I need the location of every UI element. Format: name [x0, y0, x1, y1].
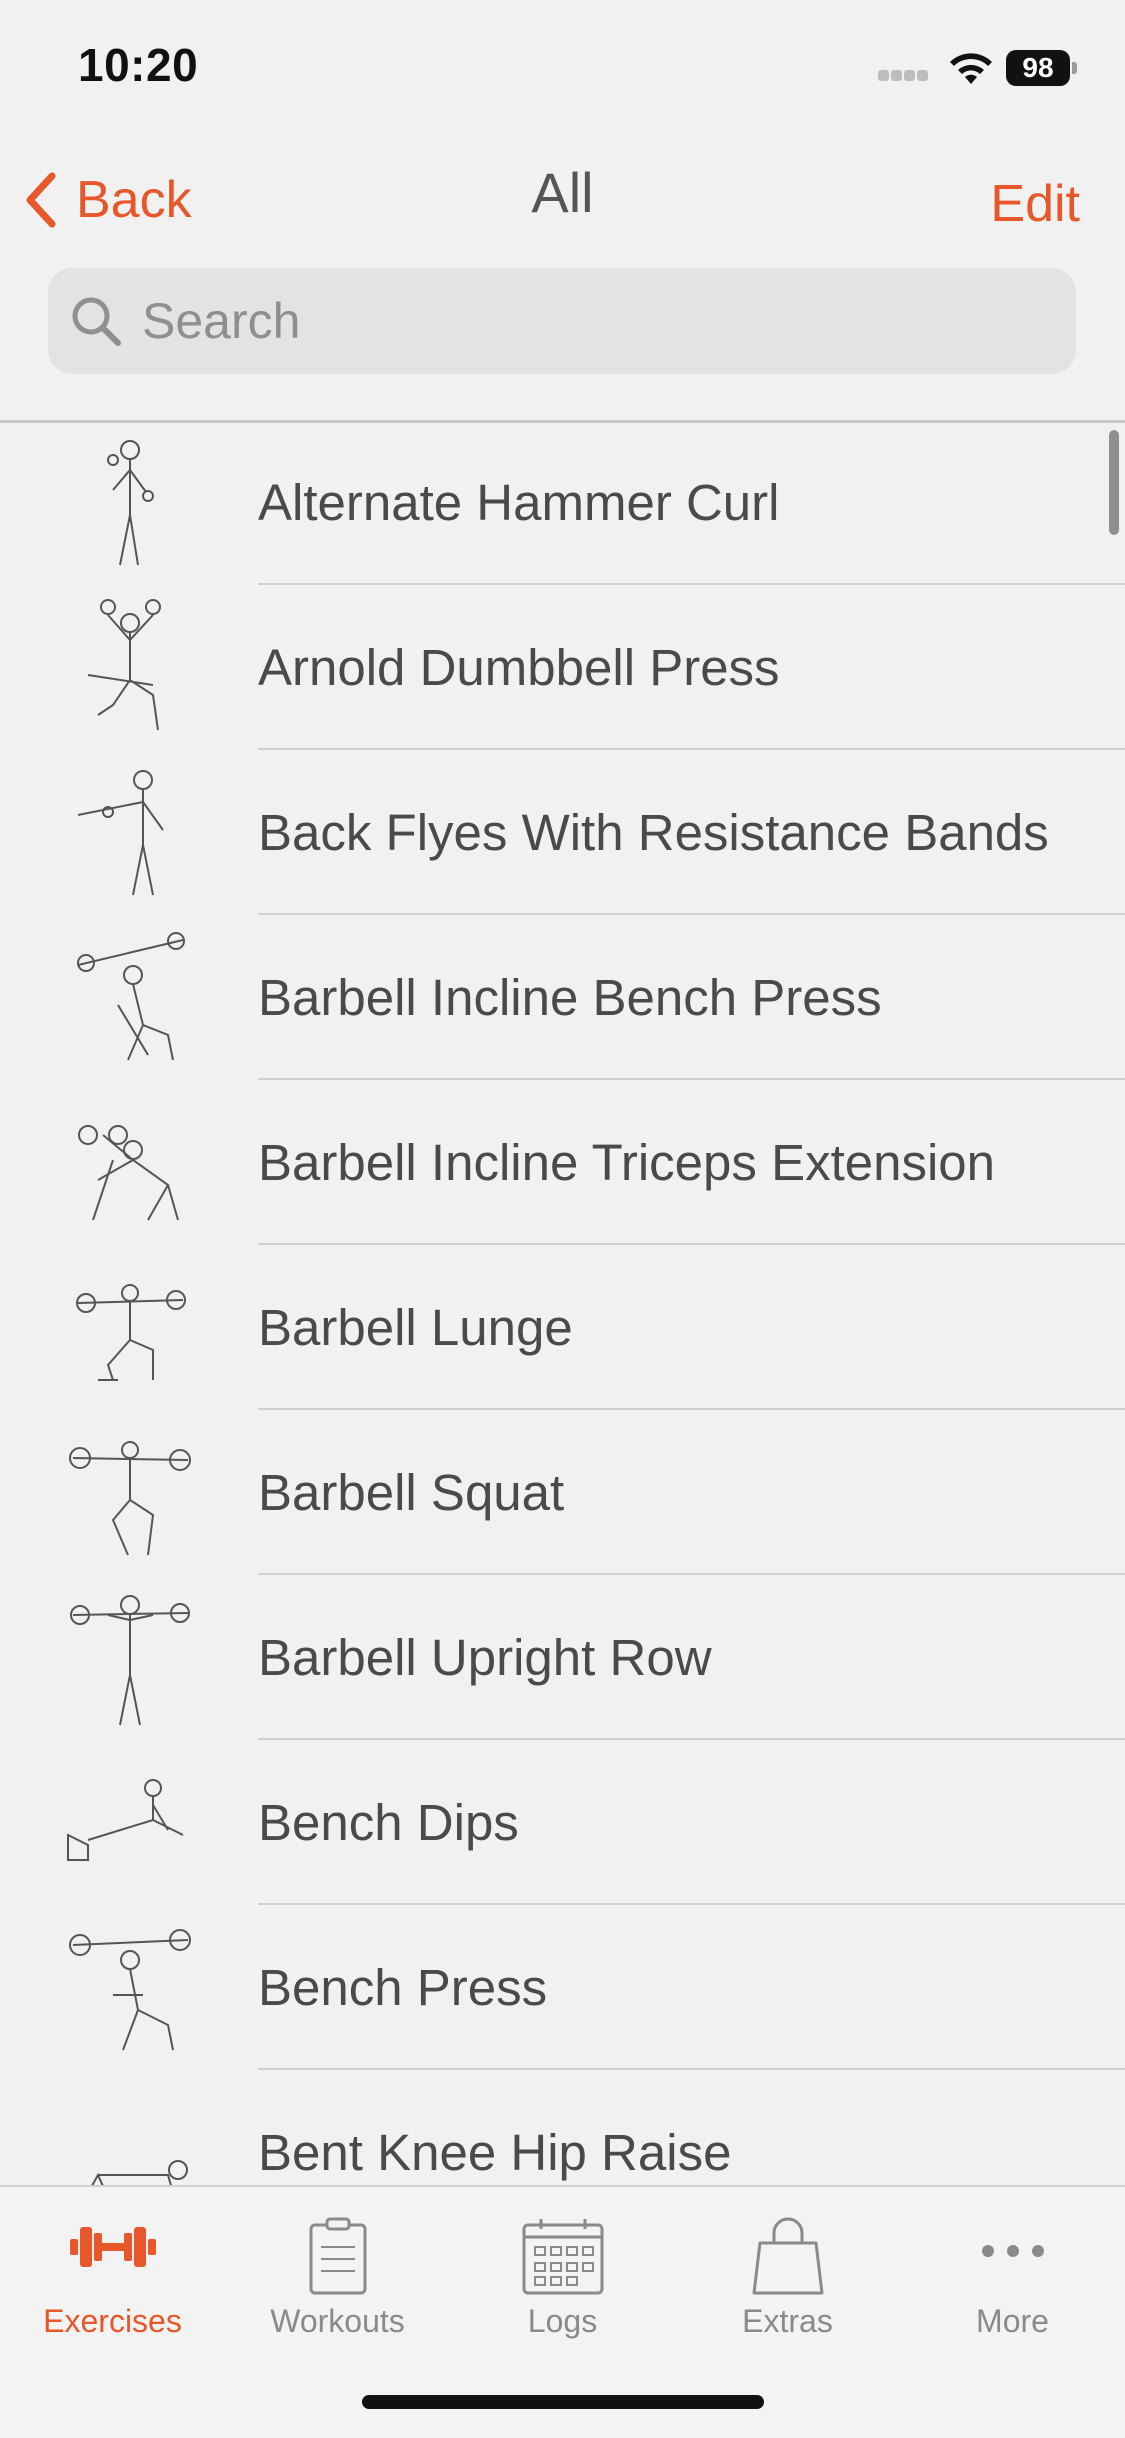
tab-more[interactable]: More: [900, 2207, 1125, 2347]
tab-extras[interactable]: Extras: [675, 2207, 900, 2347]
search-placeholder: Search: [142, 293, 301, 349]
exercise-illustration-icon: [78, 1125, 179, 1221]
list-item[interactable]: Barbell Incline Triceps Extension: [0, 1080, 1125, 1245]
calendar-icon: [522, 2219, 603, 2295]
exercise-illustration-icon: [107, 440, 154, 566]
more-dots-icon: [981, 2245, 1044, 2257]
tab-label: Logs: [527, 2303, 598, 2339]
list-item[interactable]: Bench Dips: [0, 1740, 1125, 1905]
exercise-illustration-icon: [67, 1779, 184, 1861]
exercise-illustration-icon: [70, 1595, 190, 1726]
shopping-bag-icon: [752, 2217, 823, 2295]
tab-label: Extras: [742, 2303, 833, 2339]
exercise-name: Barbell Lunge: [258, 1299, 573, 1356]
exercise-name: Bench Dips: [258, 1794, 519, 1851]
list-item[interactable]: Alternate Hammer Curl: [0, 420, 1125, 585]
battery-level: 98: [1006, 50, 1070, 86]
list-item[interactable]: Arnold Dumbbell Press: [0, 585, 1125, 750]
list-item[interactable]: Bent Knee Hip Raise: [0, 2070, 1125, 2185]
search-icon: [72, 297, 121, 346]
exercise-name: Back Flyes With Resistance Bands: [258, 804, 1049, 861]
exercise-name: Barbell Incline Triceps Extension: [258, 1134, 996, 1191]
exercise-name: Arnold Dumbbell Press: [258, 639, 780, 696]
list-item[interactable]: Barbell Lunge: [0, 1245, 1125, 1410]
tab-label: Exercises: [43, 2303, 182, 2339]
home-indicator[interactable]: [362, 2395, 764, 2409]
list-item[interactable]: Back Flyes With Resistance Bands: [0, 750, 1125, 915]
exercise-name: Barbell Squat: [258, 1464, 565, 1521]
navigation-bar: Back All Edit: [0, 140, 1125, 260]
tab-workouts[interactable]: Workouts: [225, 2207, 450, 2347]
exercise-illustration-icon: [76, 1284, 186, 1381]
exercise-illustration-icon: [77, 932, 185, 1061]
list-item[interactable]: Barbell Squat: [0, 1410, 1125, 1575]
tab-logs[interactable]: Logs: [450, 2207, 675, 2347]
list-item[interactable]: Barbell Incline Bench Press: [0, 915, 1125, 1080]
status-bar: 10:20 98: [0, 0, 1125, 140]
exercise-name: Alternate Hammer Curl: [258, 474, 780, 531]
status-time: 10:20: [78, 39, 199, 91]
dumbbell-icon: [69, 2227, 156, 2267]
exercise-illustration-icon: [69, 1929, 191, 2051]
scrollbar[interactable]: [1109, 430, 1119, 535]
tab-exercises[interactable]: Exercises: [0, 2207, 225, 2347]
exercise-illustration-icon: [87, 599, 161, 731]
edit-button[interactable]: Edit: [990, 174, 1080, 234]
exercise-name: Bent Knee Hip Raise: [258, 2124, 732, 2181]
list-item[interactable]: Bench Press: [0, 1905, 1125, 2070]
wifi-icon: [950, 53, 992, 84]
exercise-list[interactable]: Alternate Hammer Curl Arnold Dumbbell Pr…: [0, 420, 1125, 2185]
list-item[interactable]: Barbell Upright Row: [0, 1575, 1125, 1740]
search-input[interactable]: Search: [48, 268, 1076, 374]
exercise-illustration-icon: [77, 770, 164, 896]
clipboard-icon: [309, 2217, 366, 2295]
exercise-name: Bench Press: [258, 1959, 548, 2016]
tab-label: Workouts: [270, 2303, 405, 2339]
battery-icon: 98: [1006, 50, 1077, 86]
exercise-name: Barbell Upright Row: [258, 1629, 712, 1686]
tab-label: More: [976, 2303, 1049, 2339]
cellular-signal-icon: [878, 68, 934, 82]
page-title: All: [531, 161, 594, 224]
exercise-illustration-icon: [91, 2160, 188, 2185]
exercise-illustration-icon: [69, 1441, 191, 1556]
exercise-name: Barbell Incline Bench Press: [258, 969, 882, 1026]
